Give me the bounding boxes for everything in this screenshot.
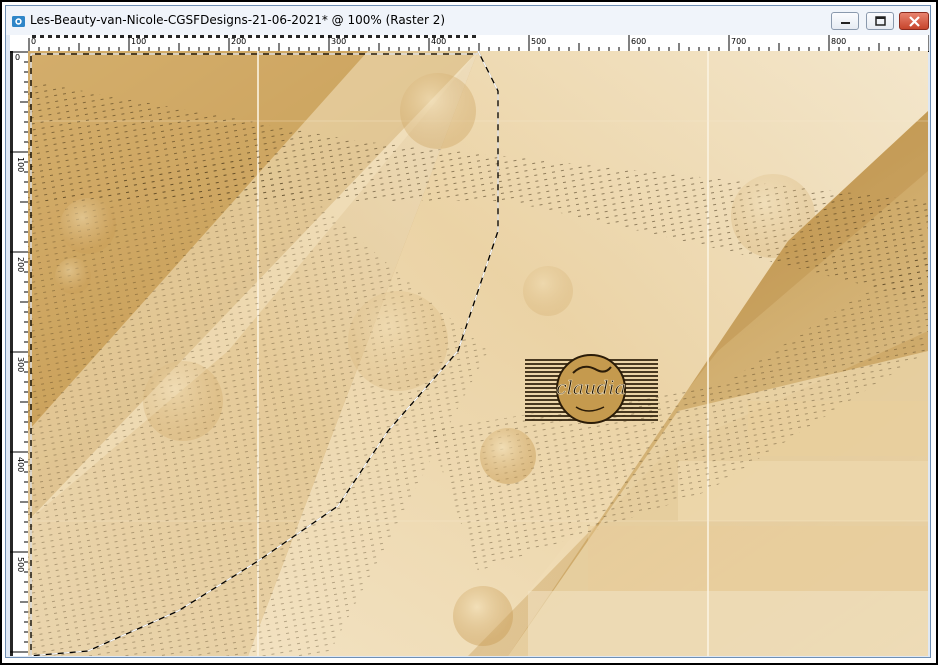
watermark: claudia <box>525 354 658 424</box>
orb <box>60 198 116 254</box>
orb <box>400 73 476 149</box>
ruler-label: 300 <box>331 37 346 46</box>
ruler-label: 500 <box>16 557 25 572</box>
window-title: Les-Beauty-van-Nicole-CGSFDesigns-21-06-… <box>30 13 446 27</box>
ruler-label: 500 <box>531 37 546 46</box>
ruler-label: 700 <box>731 37 746 46</box>
ruler-label: 400 <box>16 457 25 472</box>
image-canvas[interactable]: claudia <box>28 51 928 656</box>
ruler-corner <box>10 35 28 51</box>
ruler-label: 100 <box>131 37 146 46</box>
ruler-label: 0 <box>31 37 36 46</box>
watermark-text: claudia <box>556 377 626 399</box>
ruler-label: 400 <box>431 37 446 46</box>
shape-step-3 <box>588 526 928 591</box>
orb <box>731 174 815 258</box>
shape-step-4 <box>528 591 928 656</box>
ruler-label: 200 <box>16 257 25 272</box>
close-icon <box>909 16 920 27</box>
horizontal-ruler[interactable]: 0 100 200 300 400 500 600 700 800 <box>28 35 929 52</box>
orb <box>523 266 573 316</box>
ruler-label: 600 <box>631 37 646 46</box>
camera-icon <box>11 13 26 27</box>
ruler-label: 200 <box>231 37 246 46</box>
ruler-label: 100 <box>16 157 25 172</box>
orb <box>480 428 536 484</box>
maximize-button[interactable] <box>866 12 894 30</box>
orb <box>348 291 448 391</box>
minimize-button[interactable] <box>831 12 859 30</box>
close-button[interactable] <box>899 12 929 30</box>
orb <box>55 258 91 294</box>
title-bar[interactable]: Les-Beauty-van-Nicole-CGSFDesigns-21-06-… <box>6 6 930 35</box>
ruler-label: 0 <box>15 53 20 62</box>
ruler-label: 300 <box>16 357 25 372</box>
ruler-label: 800 <box>831 37 846 46</box>
maximize-icon <box>875 16 886 26</box>
orb <box>143 361 223 441</box>
orb <box>453 586 513 646</box>
minimize-icon <box>841 22 850 24</box>
image-window: Les-Beauty-van-Nicole-CGSFDesigns-21-06-… <box>5 5 931 658</box>
vertical-ruler[interactable]: 0 100 200 300 400 500 <box>10 51 29 656</box>
